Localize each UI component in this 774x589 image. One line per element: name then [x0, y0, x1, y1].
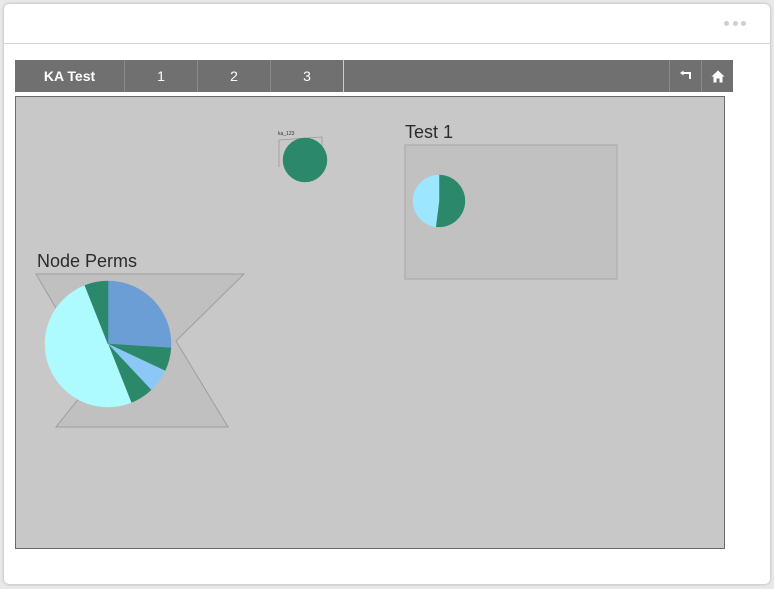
- tab-1[interactable]: 1: [125, 60, 198, 92]
- card-header: [4, 4, 770, 44]
- canvas-graphics: [35, 136, 618, 428]
- node-perms-title: Node Perms: [37, 251, 138, 271]
- tab-bar-spacer: [344, 60, 669, 92]
- return-arrow-icon: [679, 70, 691, 79]
- small-pie-label: ka_123: [278, 131, 295, 137]
- page-tab-bar: KA Test 1 2 3: [15, 60, 733, 92]
- home-button[interactable]: [701, 60, 733, 92]
- back-button[interactable]: [669, 60, 701, 92]
- tab-ka-test[interactable]: KA Test: [15, 60, 125, 92]
- test1-title: Test 1: [405, 122, 454, 142]
- node-perms-pie-chart[interactable]: [44, 280, 172, 408]
- home-icon: [711, 70, 724, 82]
- small-pie-slice-0[interactable]: [282, 137, 328, 183]
- tab-3[interactable]: 3: [271, 60, 344, 92]
- more-horizontal-icon[interactable]: [724, 20, 746, 26]
- small-pie-chart[interactable]: [282, 137, 328, 183]
- test1-pie-chart[interactable]: [412, 174, 466, 228]
- dashboard-canvas: ka_123 Test 1 Node Perms: [15, 96, 725, 549]
- tab-2[interactable]: 2: [198, 60, 271, 92]
